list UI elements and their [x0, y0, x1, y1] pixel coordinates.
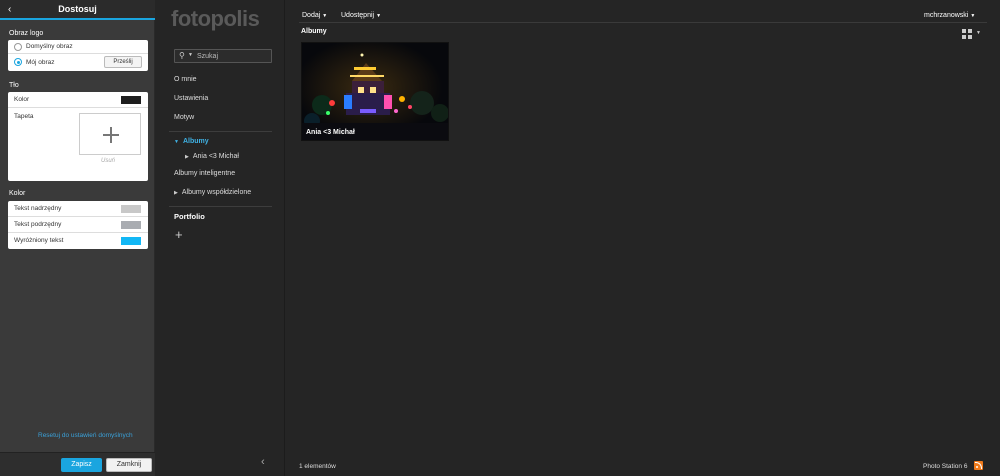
wallpaper-label: Tapeta [14, 113, 34, 120]
nav-divider [169, 206, 272, 207]
chevron-down-icon[interactable]: ▼ [188, 52, 193, 58]
album-tile[interactable]: Ania <3 Michał [301, 42, 449, 141]
customize-panel: ‹ Dostosuj Obraz logo Domyślny obraz Mój… [0, 0, 155, 476]
grid-cell [968, 29, 972, 33]
nav-item-shared-albums[interactable]: ▶ Albumy współdzielone [174, 189, 251, 196]
grid-cell [968, 35, 972, 39]
album-cover-image [302, 43, 448, 140]
radio-label: Mój obraz [26, 58, 55, 66]
grid-view-icon[interactable] [962, 29, 972, 39]
panel-footer: Zapisz Zamknij [0, 452, 155, 476]
top-toolbar: Dodaj ▼ Udostępnij ▼ mchrzanowski ▼ [286, 8, 1000, 22]
triangle-right-icon: ▶ [174, 190, 178, 196]
plus-icon-vertical [110, 127, 112, 143]
color-swatch[interactable] [121, 237, 141, 245]
album-child-label: Ania <3 Michał [192, 153, 239, 160]
nav-item-smart-albums[interactable]: Albumy inteligentne [174, 170, 235, 177]
albums-label: Albumy [182, 138, 209, 145]
user-menu-label: mchrzanowski [924, 12, 969, 19]
color-card: Tekst nadrzędny Tekst podrzędny Wyróżniony… [8, 201, 148, 249]
upload-button[interactable]: Prześlij [104, 56, 142, 68]
logo-option-custom[interactable]: Mój obraz Prześlij [8, 54, 148, 71]
add-icon[interactable]: + [175, 227, 183, 242]
user-menu[interactable]: mchrzanowski ▼ [924, 12, 975, 19]
photo-station-window: ‹ Dostosuj Obraz logo Domyślny obraz Mój… [0, 0, 1000, 476]
grid-cell [962, 35, 966, 39]
chevron-down-icon: ▼ [376, 13, 382, 19]
triangle-right-icon: ▶ [185, 154, 189, 160]
chevron-down-icon[interactable]: ▼ [976, 30, 981, 36]
color-swatch[interactable] [121, 205, 141, 213]
panel-header: ‹ Dostosuj [0, 0, 155, 20]
color-row[interactable]: Tekst nadrzędny [8, 201, 148, 217]
nav-item-theme[interactable]: Motyw [174, 114, 194, 121]
logo-section-label: Obraz logo [9, 30, 44, 37]
chevron-down-icon: ▼ [970, 13, 976, 19]
logo-option-default[interactable]: Domyślny obraz [8, 40, 148, 54]
share-menu[interactable]: Udostępnij ▼ [341, 12, 381, 19]
triangle-down-icon: ▼ [174, 139, 179, 145]
color-section-label: Kolor [9, 190, 26, 197]
left-navigation: fotopolis ⚲ ▼ Szukaj O mnie Ustawienia M… [155, 0, 285, 476]
nav-divider [169, 131, 272, 132]
item-count: 1 elementów [299, 463, 336, 470]
bg-color-swatch[interactable] [121, 96, 141, 104]
share-menu-label: Udostępnij [341, 12, 375, 19]
remove-wallpaper-link[interactable]: Usuń [101, 158, 115, 164]
color-swatch[interactable] [121, 221, 141, 229]
radio-my-logo[interactable] [14, 58, 22, 66]
color-row[interactable]: Wyróżniony tekst [8, 233, 148, 249]
save-button[interactable]: Zapisz [61, 458, 102, 472]
search-input[interactable]: ⚲ ▼ Szukaj [174, 49, 272, 63]
wallpaper-row: Tapeta Usuń [8, 108, 148, 181]
nav-item-albums[interactable]: ▼ Albumy [174, 138, 209, 145]
site-logo[interactable]: fotopolis [171, 6, 260, 32]
search-icon[interactable]: ⚲ [179, 51, 185, 60]
panel-title: Dostosuj [58, 4, 97, 14]
chevron-down-icon: ▼ [322, 13, 328, 19]
radio-label: Domyślny obraz [26, 43, 73, 50]
color-row-label: Tekst podrzędny [14, 221, 62, 228]
close-button[interactable]: Zamknij [106, 458, 152, 472]
main-content: Dodaj ▼ Udostępnij ▼ mchrzanowski ▼ Albumy … [286, 0, 1000, 476]
add-wallpaper-button[interactable] [79, 113, 141, 155]
color-row-label: Tekst nadrzędny [14, 205, 62, 212]
logo-options-card: Domyślny obraz Mój obraz Prześlij [8, 40, 148, 71]
background-section-label: Tło [9, 82, 19, 89]
nav-item-portfolio[interactable]: Portfolio [174, 212, 205, 221]
rss-icon[interactable] [974, 461, 983, 470]
collapse-chevron-icon[interactable]: ‹ [261, 456, 265, 468]
background-card: Kolor Tapeta Usuń [8, 92, 148, 181]
nav-item-about[interactable]: O mnie [174, 76, 197, 83]
toolbar-divider [299, 22, 987, 23]
reset-defaults-link[interactable]: Resetuj do ustawień domyślnych [38, 432, 133, 439]
add-menu[interactable]: Dodaj ▼ [302, 12, 327, 19]
search-placeholder: Szukaj [197, 52, 219, 60]
bg-color-label: Kolor [14, 96, 30, 103]
bg-color-row[interactable]: Kolor [8, 92, 148, 108]
color-row[interactable]: Tekst podrzędny [8, 217, 148, 233]
add-menu-label: Dodaj [302, 12, 321, 19]
shared-albums-label: Albumy współdzielone [181, 189, 252, 196]
album-title: Ania <3 Michał [306, 129, 355, 136]
nav-item-album-child[interactable]: ▶ Ania <3 Michał [185, 153, 239, 160]
nav-item-settings[interactable]: Ustawienia [174, 95, 208, 102]
grid-cell [962, 29, 966, 33]
radio-default-logo[interactable] [14, 43, 22, 51]
breadcrumb: Albumy [301, 28, 327, 35]
brand-label: Photo Station 6 [923, 463, 968, 470]
color-row-label: Wyróżniony tekst [14, 237, 64, 244]
